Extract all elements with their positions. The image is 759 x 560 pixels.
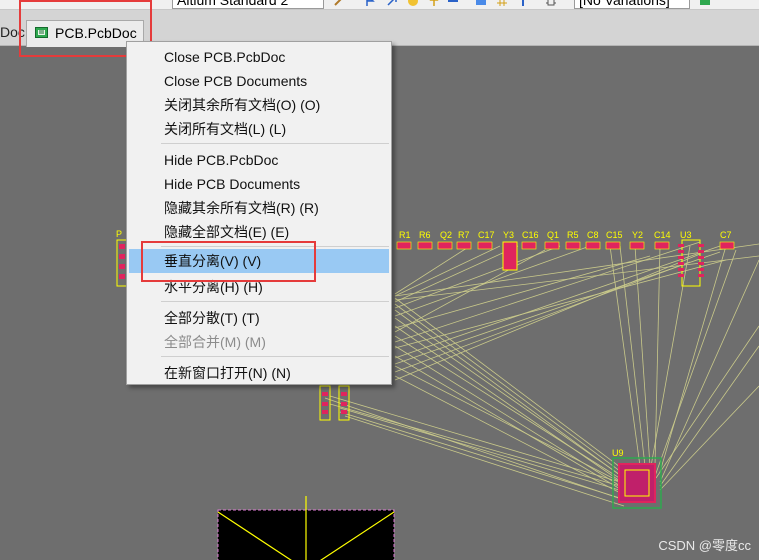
pencil-icon[interactable]: [333, 0, 345, 7]
designator-c16: C16: [522, 230, 539, 240]
designator-u9: U9: [612, 448, 624, 458]
menu-item-close-pcb-doc[interactable]: Close PCB.PcbDoc: [129, 45, 389, 69]
menu-separator: [161, 246, 389, 247]
component-icon[interactable]: [545, 0, 557, 7]
designator-c7: C7: [720, 230, 732, 240]
designator-y2: Y2: [632, 230, 643, 240]
toolbar: Altium Standard 2 [No Variations]: [0, 0, 759, 10]
project-combo[interactable]: Altium Standard 2: [172, 0, 324, 9]
designator-r1: R1: [399, 230, 411, 240]
designator-y3: Y3: [503, 230, 514, 240]
pin-icon[interactable]: [428, 0, 440, 7]
designator-c14: C14: [654, 230, 671, 240]
flag-icon[interactable]: [364, 0, 376, 7]
menu-separator: [161, 301, 389, 302]
menu-item-merge-all[interactable]: 全部合并(M) (M): [129, 330, 389, 354]
chip-icon[interactable]: [699, 0, 711, 7]
tab-context-menu: Close PCB.PcbDoc Close PCB Documents 关闭其…: [126, 41, 392, 385]
menu-item-hide-all[interactable]: 隐藏全部文档(E) (E): [129, 220, 389, 244]
pcb-document-icon: [35, 27, 48, 38]
menu-item-close-all[interactable]: 关闭所有文档(L) (L): [129, 117, 389, 141]
arrow-icon[interactable]: [386, 0, 398, 7]
tab-label: PCB.PcbDoc: [55, 25, 137, 41]
menu-item-open-new-window[interactable]: 在新窗口打开(N) (N): [129, 361, 389, 385]
designator-left-header: P: [116, 229, 122, 239]
designator-r7: R7: [458, 230, 470, 240]
tab-previous-document[interactable]: Doc: [0, 24, 25, 40]
menu-item-close-pcb-documents[interactable]: Close PCB Documents: [129, 69, 389, 93]
wire-icon[interactable]: [447, 0, 459, 7]
circle-icon[interactable]: [407, 0, 419, 7]
menu-separator: [161, 356, 389, 357]
designator-u3: U3: [680, 230, 692, 240]
board-outline: [217, 496, 395, 560]
designator-r6: R6: [419, 230, 431, 240]
menu-item-split-vertical[interactable]: 垂直分离(V) (V): [129, 249, 389, 273]
sheet-icon[interactable]: [475, 0, 487, 7]
menu-item-hide-pcb-doc[interactable]: Hide PCB.PcbDoc: [129, 148, 389, 172]
variant-combo[interactable]: [No Variations]: [574, 0, 690, 9]
menu-item-split-horizontal[interactable]: 水平分离(H) (H): [129, 275, 389, 299]
designator-c8: C8: [587, 230, 599, 240]
designator-q1: Q1: [547, 230, 559, 240]
text-icon[interactable]: [517, 0, 529, 7]
grid-icon[interactable]: [496, 0, 508, 7]
menu-item-tile-all[interactable]: 全部分散(T) (T): [129, 306, 389, 330]
menu-item-hide-pcb-documents[interactable]: Hide PCB Documents: [129, 172, 389, 196]
designator-c17: C17: [478, 230, 495, 240]
designator-r5: R5: [567, 230, 579, 240]
menu-item-close-others[interactable]: 关闭其余所有文档(O) (O): [129, 93, 389, 117]
menu-separator: [161, 143, 389, 144]
designator-q2: Q2: [440, 230, 452, 240]
menu-item-hide-others[interactable]: 隐藏其余所有文档(R) (R): [129, 196, 389, 220]
watermark: CSDN @零度cc: [658, 538, 751, 553]
designator-c15: C15: [606, 230, 623, 240]
